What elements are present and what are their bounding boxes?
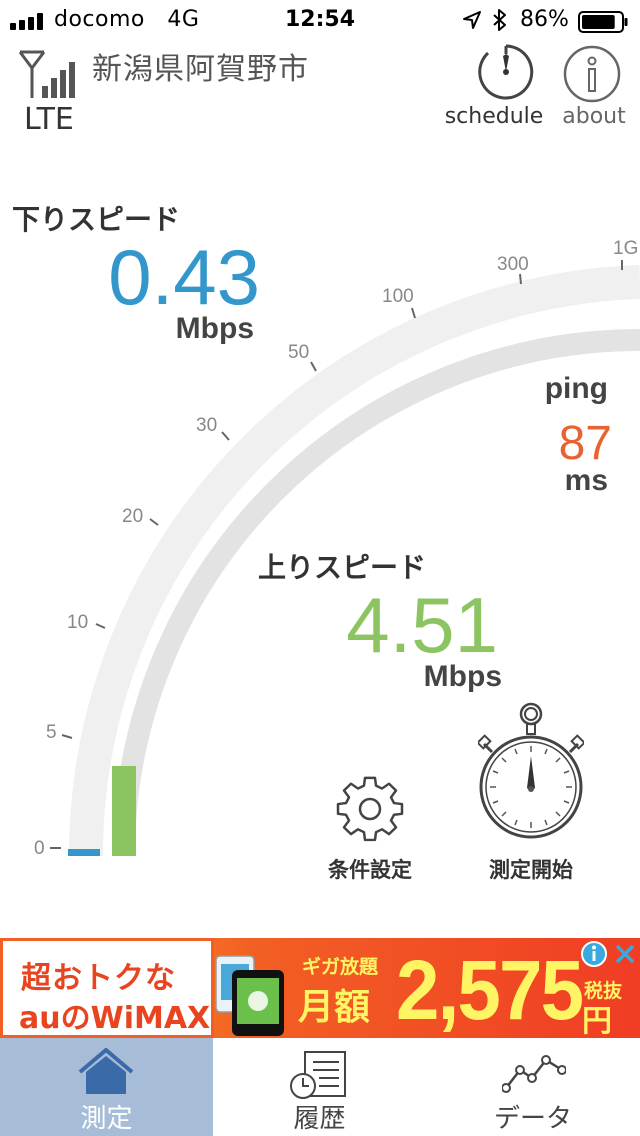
upload-speed-unit: Mbps: [423, 660, 502, 693]
ad-currency: 円: [582, 1004, 612, 1038]
ping-label: ping: [544, 372, 608, 405]
ad-brand: auのWiMAX: [19, 1001, 211, 1036]
ad-banner[interactable]: 超おトクな auのWiMAX ギガ放題 月額 2,575 税抜 円: [0, 938, 640, 1038]
tab-measure-label: 測定: [80, 1104, 133, 1134]
download-speed-value: 0.43: [108, 233, 260, 321]
gauge-tick-label: 50: [288, 342, 309, 363]
ad-info-icon[interactable]: [580, 940, 608, 968]
history-log-icon: [290, 1051, 346, 1099]
gauge-tick-label: 100: [382, 286, 414, 307]
tab-data-label: データ: [493, 1104, 572, 1134]
gauge-tick-label: 20: [122, 506, 143, 527]
ping-unit: ms: [564, 464, 608, 497]
gauge-tick-label: 0: [34, 838, 45, 859]
download-speed-unit: Mbps: [175, 312, 254, 345]
condition-settings-label: 条件設定: [328, 858, 412, 882]
gauge-tick-label: 30: [196, 415, 217, 436]
condition-settings-button[interactable]: 条件設定: [318, 772, 422, 888]
stopwatch-icon: [478, 702, 584, 839]
start-measurement-label: 測定開始: [489, 858, 573, 882]
upload-speed-value: 4.51: [346, 581, 498, 669]
tab-data[interactable]: データ: [426, 1038, 640, 1136]
ad-price: 2,575: [396, 943, 584, 1037]
ping-value: 87: [558, 417, 612, 470]
home-icon: [78, 1048, 134, 1094]
ad-monthly-label: 月額: [298, 987, 371, 1028]
ad-close-icon[interactable]: [612, 940, 638, 968]
gear-icon: [336, 776, 404, 842]
gauge-tick-label: 5: [46, 722, 57, 743]
line-graph-icon: [502, 1055, 566, 1093]
start-measurement-button[interactable]: 測定開始: [470, 700, 592, 890]
ad-headline: 超おトクな: [21, 961, 176, 996]
router-phone-image: [215, 955, 284, 1036]
tab-measure[interactable]: 測定: [0, 1038, 213, 1136]
gauge-tick-label: 300: [497, 254, 529, 275]
bottom-tab-bar: 測定 履歴 データ: [0, 1038, 640, 1136]
tab-history[interactable]: 履歴: [213, 1038, 426, 1136]
tab-history-label: 履歴: [293, 1104, 346, 1134]
upload-level-bar: [112, 766, 136, 856]
gauge-tick-label: 1G: [613, 238, 638, 259]
ad-text-panel: 超おトクな auのWiMAX: [0, 938, 214, 1038]
ad-plan-tag: ギガ放題: [302, 956, 379, 978]
gauge-tick-label: 10: [67, 612, 88, 633]
download-level-bar: [68, 849, 100, 856]
